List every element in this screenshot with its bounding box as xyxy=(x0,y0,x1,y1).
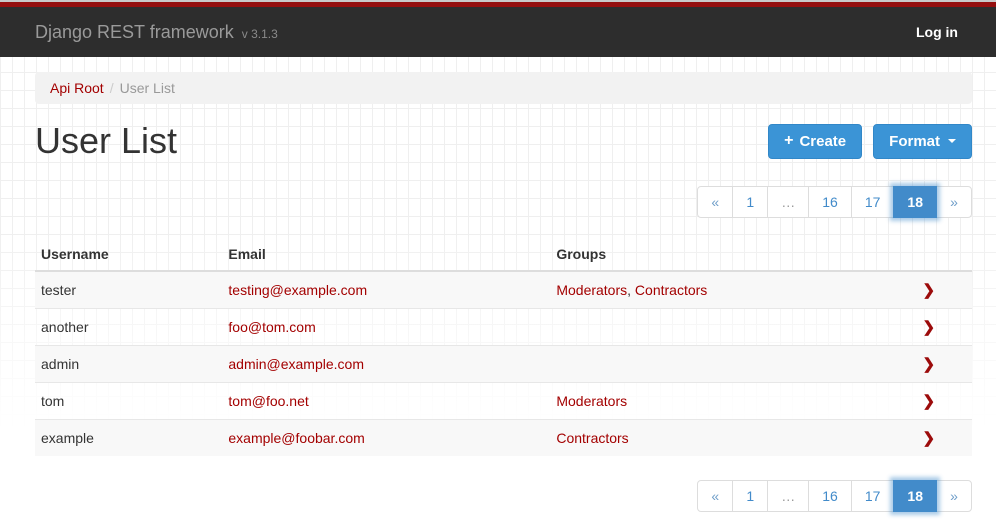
main-container: Api Root / User List User List + Create Fo… xyxy=(35,72,972,512)
pagination-item: « xyxy=(697,186,733,218)
row-detail-chevron-icon[interactable]: ❯ xyxy=(923,282,936,299)
toolbar: + Create Format xyxy=(768,124,972,159)
row-detail-chevron-icon[interactable]: ❯ xyxy=(923,430,936,447)
row-detail-chevron-icon[interactable]: ❯ xyxy=(923,356,936,373)
table-row: tester testing@example.com Moderators, Con… xyxy=(35,271,972,309)
navbar-brand[interactable]: Django REST framework v 3.1.3 xyxy=(35,22,278,43)
cell-email: example@foobar.com xyxy=(222,420,550,457)
email-link[interactable]: tom@foo.net xyxy=(228,393,308,409)
pagination-ellipsis: … xyxy=(767,480,809,512)
user-table: UsernameEmailGroups tester testing@exampl… xyxy=(35,238,972,456)
pagination-item: 18 xyxy=(894,480,937,512)
table-row: example example@foobar.com Contractors ❯ xyxy=(35,420,972,457)
column-header-detail xyxy=(888,238,972,271)
format-button-label: Format xyxy=(889,133,940,150)
cell-groups: Moderators, Contractors xyxy=(550,271,887,309)
pagination-item: » xyxy=(937,186,972,218)
column-header-email: Email xyxy=(222,238,550,271)
email-link[interactable]: admin@example.com xyxy=(228,356,364,372)
pagination-page-button[interactable]: 16 xyxy=(808,186,852,218)
cell-username: admin xyxy=(35,346,222,383)
pagination-item: » xyxy=(937,480,972,512)
format-button[interactable]: Format xyxy=(873,124,972,159)
cell-detail: ❯ xyxy=(888,420,972,457)
pagination-item: 17 xyxy=(852,186,895,218)
cell-email: testing@example.com xyxy=(222,271,550,309)
brand-title: Django REST framework xyxy=(35,22,234,42)
navbar: Django REST framework v 3.1.3 Log in xyxy=(0,7,996,57)
cell-username: another xyxy=(35,309,222,346)
cell-username: tom xyxy=(35,383,222,420)
pagination-prev-button[interactable]: « xyxy=(697,186,733,218)
pagination-item: 17 xyxy=(852,480,895,512)
cell-detail: ❯ xyxy=(888,309,972,346)
table-row: tom tom@foo.net Moderators ❯ xyxy=(35,383,972,420)
pagination-page-button[interactable]: 17 xyxy=(851,186,895,218)
cell-groups: Moderators xyxy=(550,383,887,420)
group-link[interactable]: Moderators xyxy=(556,393,627,409)
pagination-page-button[interactable]: 17 xyxy=(851,480,895,512)
pagination-current-page[interactable]: 18 xyxy=(893,480,937,512)
pagination-item: 16 xyxy=(809,186,852,218)
pagination-item: 1 xyxy=(733,480,768,512)
pagination-page-button[interactable]: 1 xyxy=(732,186,768,218)
cell-email: admin@example.com xyxy=(222,346,550,383)
cell-username: example xyxy=(35,420,222,457)
table-header-row: UsernameEmailGroups xyxy=(35,238,972,271)
pagination-ellipsis: … xyxy=(767,186,809,218)
pagination-bottom: «1…161718» xyxy=(697,480,972,512)
cell-detail: ❯ xyxy=(888,346,972,383)
pagination-current-page[interactable]: 18 xyxy=(893,186,937,218)
table-row: admin admin@example.com ❯ xyxy=(35,346,972,383)
cell-detail: ❯ xyxy=(888,271,972,309)
breadcrumb-current: User List xyxy=(120,80,175,96)
cell-email: tom@foo.net xyxy=(222,383,550,420)
pagination-item: 18 xyxy=(894,186,937,218)
pagination-item: 16 xyxy=(809,480,852,512)
pagination-top: «1…161718» xyxy=(697,186,972,218)
plus-icon: + xyxy=(784,132,793,150)
pagination-next-button[interactable]: » xyxy=(936,480,972,512)
pagination-page-button[interactable]: 16 xyxy=(808,480,852,512)
pagination-next-button[interactable]: » xyxy=(936,186,972,218)
table-row: another foo@tom.com ❯ xyxy=(35,309,972,346)
page-title: User List xyxy=(35,116,177,166)
cell-groups xyxy=(550,346,887,383)
email-link[interactable]: testing@example.com xyxy=(228,282,367,298)
caret-down-icon xyxy=(948,139,956,143)
cell-email: foo@tom.com xyxy=(222,309,550,346)
pagination-item: 1 xyxy=(733,186,768,218)
pagination-item: … xyxy=(768,480,809,512)
group-link[interactable]: Moderators xyxy=(556,282,627,298)
pagination-bottom-area: «1…161718» xyxy=(35,480,972,512)
create-button-label: Create xyxy=(799,133,846,150)
group-link[interactable]: Contractors xyxy=(635,282,707,298)
row-detail-chevron-icon[interactable]: ❯ xyxy=(923,393,936,410)
create-button[interactable]: + Create xyxy=(768,124,862,159)
login-link[interactable]: Log in xyxy=(916,24,958,40)
brand-version: v 3.1.3 xyxy=(242,27,278,41)
cell-username: tester xyxy=(35,271,222,309)
cell-groups xyxy=(550,309,887,346)
pagination-prev-button[interactable]: « xyxy=(697,480,733,512)
table-body: tester testing@example.com Moderators, Con… xyxy=(35,271,972,456)
pagination-top-area: «1…161718» xyxy=(35,186,972,218)
page-header: User List + Create Format xyxy=(35,116,972,166)
pagination-page-button[interactable]: 1 xyxy=(732,480,768,512)
pagination-item: « xyxy=(697,480,733,512)
breadcrumb-separator: / xyxy=(110,80,114,96)
cell-groups: Contractors xyxy=(550,420,887,457)
row-detail-chevron-icon[interactable]: ❯ xyxy=(923,319,936,336)
email-link[interactable]: foo@tom.com xyxy=(228,319,315,335)
cell-detail: ❯ xyxy=(888,383,972,420)
pagination-item: … xyxy=(768,186,809,218)
breadcrumb: Api Root / User List xyxy=(35,72,972,104)
email-link[interactable]: example@foobar.com xyxy=(228,430,364,446)
group-link[interactable]: Contractors xyxy=(556,430,628,446)
breadcrumb-api-root-link[interactable]: Api Root xyxy=(50,80,104,96)
column-header-groups: Groups xyxy=(550,238,887,271)
column-header-username: Username xyxy=(35,238,222,271)
